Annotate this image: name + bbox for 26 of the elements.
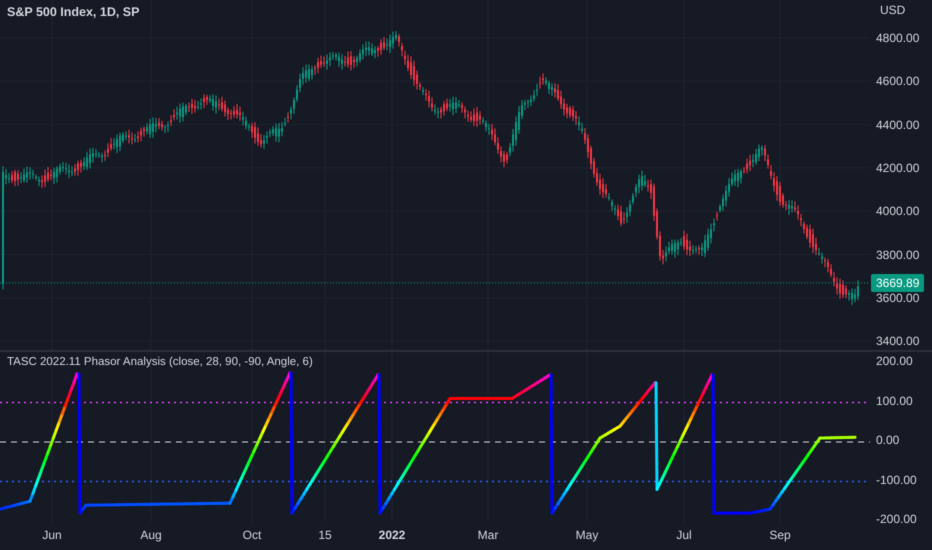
time-axis-label: Jun [41,528,63,542]
price-axis-label: 4000.00 [876,203,920,220]
price-axis-label: 4400.00 [876,116,920,133]
price-axis-label: 4600.00 [876,73,920,90]
price-axis-label: 3600.00 [876,290,920,306]
indicator-title: TASC 2022.11 Phasor Analysis (close, 28, 90, -90, Angle, 6) [7,356,313,368]
time-axis-label: Jul [675,528,693,542]
currency-label: USD [880,3,906,17]
time-axis-label: Mar [476,528,500,542]
indicator-axis-label: -200.00 [876,511,917,527]
indicator-axis-label: 100.00 [876,392,913,408]
time-axis-label: 2022 [378,528,406,542]
symbol-title: S&P 500 Index, 1D, SP [7,5,140,19]
time-axis-label: Aug [139,528,163,542]
time-axis-label: 15 [317,528,333,542]
indicator-axis-label: 0.00 [876,432,900,448]
time-axis-label: May [574,528,600,542]
last-price-badge: 3669.89 [871,274,924,292]
price-axis-label: 3400.00 [876,333,920,350]
indicator-axis-label: -100.00 [876,472,917,488]
indicator-axis-label: 200.00 [876,353,913,369]
time-axis-label: Oct [242,528,262,542]
price-axis-label: 4200.00 [876,160,920,176]
time-axis-label: Sep [768,528,792,542]
price-axis-label: 3800.00 [876,246,920,262]
price-axis-label: 4800.00 [876,30,920,46]
